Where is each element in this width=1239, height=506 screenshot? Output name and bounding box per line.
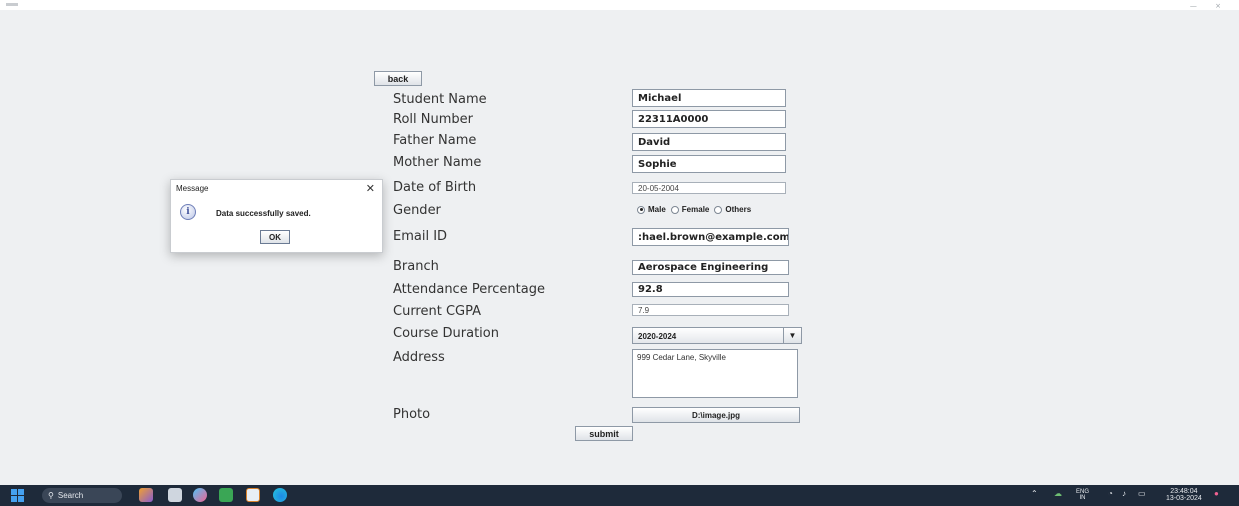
radio-male-icon[interactable] [637, 205, 645, 214]
lang-bottom: IN [1079, 495, 1086, 501]
volume-icon[interactable]: ♪ [1122, 489, 1126, 498]
chevron-down-icon[interactable]: ▼ [783, 328, 801, 343]
cgpa-field[interactable]: 7.9 [632, 304, 789, 316]
label-mother-name: Mother Name [393, 155, 482, 170]
radio-others-icon[interactable] [714, 205, 723, 214]
widgets-icon[interactable] [139, 488, 153, 502]
window-icon [6, 3, 18, 6]
radio-female-icon[interactable] [670, 205, 679, 214]
ok-button[interactable]: OK [260, 230, 290, 244]
clock[interactable]: 23:48:04 13-03-2024 [1166, 488, 1202, 502]
window-top-strip: — × [0, 0, 1239, 10]
gender-option-label: Female [681, 205, 710, 214]
roll-number-field[interactable]: 22311A0000 [632, 110, 786, 128]
date-of-birth-field[interactable]: 20-05-2004 [632, 182, 786, 194]
info-icon: i [180, 204, 196, 220]
label-course-duration: Course Duration [393, 326, 499, 341]
address-textarea[interactable]: 999 Cedar Lane, Skyville [632, 349, 798, 398]
label-roll-number: Roll Number [393, 112, 473, 127]
java-icon[interactable] [246, 488, 260, 502]
file-explorer-icon[interactable] [168, 488, 182, 502]
app-icon[interactable] [219, 488, 233, 502]
store-icon[interactable] [193, 488, 207, 502]
clock-time: 23:48:04 [1170, 488, 1198, 495]
gender-option-male[interactable]: Male [637, 205, 666, 214]
label-branch: Branch [393, 259, 439, 274]
notification-bell-icon[interactable]: ● [1214, 489, 1219, 498]
label-cgpa: Current CGPA [393, 304, 482, 319]
course-duration-value: 2020-2024 [638, 332, 677, 341]
wifi-icon[interactable]: ◔ [1108, 489, 1113, 498]
dialog-title: Message [176, 184, 209, 193]
label-father-name: Father Name [393, 133, 477, 148]
label-address: Address [393, 350, 445, 365]
window-controls[interactable]: — × [1190, 2, 1229, 10]
gender-option-female[interactable]: Female [670, 205, 710, 214]
gender-option-others[interactable]: Others [714, 205, 751, 214]
back-button[interactable]: back [374, 71, 422, 86]
label-gender: Gender [393, 203, 441, 218]
clock-date: 13-03-2024 [1166, 495, 1202, 502]
close-icon[interactable]: ✕ [366, 182, 375, 195]
gender-option-label: Others [725, 205, 752, 214]
mother-name-field[interactable]: Sophie [632, 155, 786, 173]
gender-radio-group: Male Female Others [637, 205, 756, 214]
windows-start-icon[interactable] [11, 489, 24, 502]
taskbar-search[interactable]: ⚲ Search [42, 488, 122, 503]
label-email: Email ID [393, 229, 448, 244]
gender-option-label: Male [648, 205, 666, 214]
battery-icon[interactable]: ▭ [1138, 489, 1146, 498]
search-icon: ⚲ [48, 491, 54, 500]
dialog-message: Data successfully saved. [216, 209, 311, 218]
course-duration-select[interactable]: 2020-2024 ▼ [632, 327, 802, 344]
taskbar: ⚲ Search ⌃ ☁ ENG IN ◔ ♪ ▭ 23:48:04 13-03… [0, 485, 1239, 506]
photo-browse-button[interactable]: D:\image.jpg [632, 407, 800, 423]
edge-icon[interactable] [273, 488, 287, 502]
label-date-of-birth: Date of Birth [393, 180, 477, 195]
label-photo: Photo [393, 407, 431, 422]
email-field[interactable]: :hael.brown@example.com [632, 228, 789, 246]
student-name-field[interactable]: Michael [632, 89, 786, 107]
attendance-field[interactable]: 92.8 [632, 282, 789, 297]
message-dialog: Message ✕ i Data successfully saved. OK [170, 179, 383, 253]
chevron-up-icon[interactable]: ⌃ [1031, 489, 1038, 498]
label-attendance: Attendance Percentage [393, 282, 545, 297]
father-name-field[interactable]: David [632, 133, 786, 151]
submit-button[interactable]: submit [575, 426, 633, 441]
label-student-name: Student Name [393, 92, 487, 107]
weather-icon[interactable]: ☁ [1054, 489, 1062, 498]
language-indicator[interactable]: ENG IN [1076, 489, 1089, 501]
taskbar-search-label: Search [57, 491, 84, 500]
branch-field[interactable]: Aerospace Engineering [632, 260, 789, 275]
